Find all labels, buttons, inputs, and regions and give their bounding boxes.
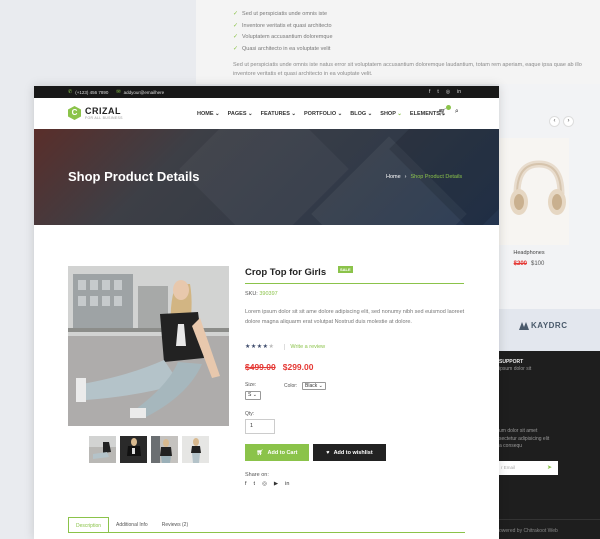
subscribe-input[interactable]: r Email ➤ xyxy=(499,461,558,475)
menu-item-shop[interactable]: SHOP ⌄ xyxy=(380,111,402,117)
headphones-price: $200 $100 xyxy=(513,261,545,267)
feature-item: ✓ Quasi architecto in ea voluptate velit xyxy=(233,45,331,52)
background-paragraph: Sed ut perspiciatis unde omnis iste natu… xyxy=(233,62,582,77)
star-rating-icon: ★★★★★ xyxy=(245,344,275,350)
write-review-link[interactable]: Write a review xyxy=(284,343,325,350)
page-banner: Shop Product Details Home › Shop Product D… xyxy=(34,129,499,225)
main-menu: HOME ⌄ PAGES ⌄ FEATURES ⌄ PORTFOLIO ⌄ BL… xyxy=(197,98,446,129)
breadcrumb: Home › Shop Product Details xyxy=(386,174,462,180)
menu-item-pages[interactable]: PAGES ⌄ xyxy=(228,111,253,117)
sale-badge: SALE xyxy=(338,266,353,273)
heart-icon: ♥ xyxy=(326,449,330,456)
add-to-wishlist-button[interactable]: ♥ Add to wishlist xyxy=(313,444,386,461)
menu-item-home[interactable]: HOME ⌄ xyxy=(197,111,220,117)
mail-icon: ✉ xyxy=(116,89,121,95)
title-divider xyxy=(245,283,464,284)
product-description: Lorem ipsum dolor sit sit ame dolore adi… xyxy=(245,309,465,325)
twitter-icon[interactable]: t xyxy=(254,481,256,487)
size-select[interactable]: S ⌄ xyxy=(245,391,261,400)
menu-item-features[interactable]: FEATURES ⌄ xyxy=(261,111,296,117)
instagram-icon[interactable]: ◎ xyxy=(446,89,450,95)
contact-info: ✆ (+123) 456 7890 ✉ addyour@emailhere xyxy=(68,86,164,98)
brand-band xyxy=(499,309,600,351)
breadcrumb-current: Shop Product Details xyxy=(410,174,463,180)
quantity-input[interactable]: 1 xyxy=(245,419,275,434)
product-main-image[interactable] xyxy=(68,266,229,426)
instagram-icon[interactable]: ◎ xyxy=(262,481,267,487)
share-label: Share on: xyxy=(245,472,269,478)
tab-reviews[interactable]: Reviews (2) xyxy=(155,517,195,533)
nav-icons: 🛒︎ ⌕ xyxy=(438,105,459,116)
background-feature-list: ✓ Sed ut perspiciatis unde omnis iste ✓ In… xyxy=(233,9,333,55)
product-sku: SKU: 390397 xyxy=(245,291,278,297)
navbar: C CRIZAL FOR ALL BUSINESS HOME ⌄ PAGES ⌄… xyxy=(34,98,499,129)
footer-support-title: SUPPORT xyxy=(499,359,524,365)
headphones-image[interactable] xyxy=(499,138,569,245)
share-links: f t ◎ ▶ in xyxy=(245,481,289,487)
product-thumbnails xyxy=(89,436,209,463)
footer-copyright: owered by Chitrakoot Web xyxy=(499,528,558,534)
product-thumbnail[interactable] xyxy=(151,436,178,463)
feature-item: ✓ Inventore veritatis et quasi architecto xyxy=(233,22,332,29)
headphones-name[interactable]: Headphones xyxy=(499,250,559,256)
phone-number[interactable]: (+123) 456 7890 xyxy=(75,90,108,95)
logo[interactable]: C CRIZAL FOR ALL BUSINESS xyxy=(68,106,123,120)
top-bar: ✆ (+123) 456 7890 ✉ addyour@emailhere f … xyxy=(34,86,499,98)
current-price: $299.00 xyxy=(282,362,314,372)
feature-item: ✓ Voluptatem accusantium doloremque xyxy=(233,34,333,40)
menu-item-blog[interactable]: BLOG ⌄ xyxy=(350,111,372,117)
check-icon: ✓ xyxy=(233,22,239,29)
chevron-right-icon[interactable]: › xyxy=(563,116,574,127)
product-thumbnail[interactable] xyxy=(182,436,209,463)
product-title: Crop Top for Girls xyxy=(245,267,327,278)
tab-additional-info[interactable]: Additional Info xyxy=(109,517,155,533)
product-rating: ★★★★★ Write a review xyxy=(245,343,325,350)
product-thumbnail[interactable] xyxy=(89,436,116,463)
tabs-divider xyxy=(68,532,465,533)
check-icon: ✓ xyxy=(233,34,239,40)
add-to-cart-button[interactable]: 🛒︎ Add to Cart xyxy=(245,444,309,461)
linkedin-icon[interactable]: in xyxy=(285,481,289,487)
feature-item: ✓ Sed ut perspiciatis unde omnis iste xyxy=(233,11,328,17)
footer-divider xyxy=(499,519,600,520)
size-label: Size: xyxy=(245,382,257,388)
footer-newsletter-text: um dolor sit amet sectetur adipisicing e… xyxy=(499,428,550,449)
product-thumbnail[interactable] xyxy=(120,436,147,463)
quantity-label: Qty: xyxy=(245,411,255,417)
twitter-icon[interactable]: t xyxy=(437,89,438,95)
logo-tagline: FOR ALL BUSINESS xyxy=(85,115,123,120)
phone-icon: ✆ xyxy=(68,89,73,95)
chevron-right-icon: › xyxy=(404,174,407,180)
email-address[interactable]: addyour@emailhere xyxy=(124,90,165,95)
search-icon[interactable]: ⌕ xyxy=(455,108,459,116)
breadcrumb-home[interactable]: Home xyxy=(386,174,401,180)
old-price: $499.00 xyxy=(245,362,276,372)
youtube-icon[interactable]: ▶ xyxy=(274,481,278,487)
logo-name: CRIZAL xyxy=(85,105,121,116)
social-links: f t ◎ in xyxy=(429,86,461,98)
product-page: ✆ (+123) 456 7890 ✉ addyour@emailhere f … xyxy=(34,86,499,539)
color-label: Color: xyxy=(284,383,298,389)
linkedin-icon[interactable]: in xyxy=(457,89,461,95)
menu-item-portfolio[interactable]: PORTFOLIO ⌄ xyxy=(304,111,342,117)
footer-support-text: ipsum dolor sit xyxy=(499,366,532,372)
chevron-left-icon[interactable]: ‹ xyxy=(549,116,560,127)
logo-mark: C xyxy=(68,106,81,120)
facebook-icon[interactable]: f xyxy=(245,481,247,487)
tab-description[interactable]: Description xyxy=(68,517,110,533)
cart-icon[interactable]: 🛒︎ xyxy=(438,105,451,116)
brand-logo: KAYDRC xyxy=(519,321,568,330)
send-icon[interactable]: ➤ xyxy=(547,464,552,471)
facebook-icon[interactable]: f xyxy=(429,89,430,95)
carousel-arrows: ‹ › xyxy=(549,116,574,127)
cart-icon: 🛒︎ xyxy=(256,449,264,456)
page-title: Shop Product Details xyxy=(68,169,200,184)
product-tabs: Description Additional Info Reviews (2) xyxy=(68,517,195,533)
product-price: $499.00 $299.00 xyxy=(245,362,313,372)
color-select[interactable]: Black ⌄ xyxy=(302,382,326,390)
check-icon: ✓ xyxy=(233,45,239,52)
check-icon: ✓ xyxy=(233,11,239,17)
